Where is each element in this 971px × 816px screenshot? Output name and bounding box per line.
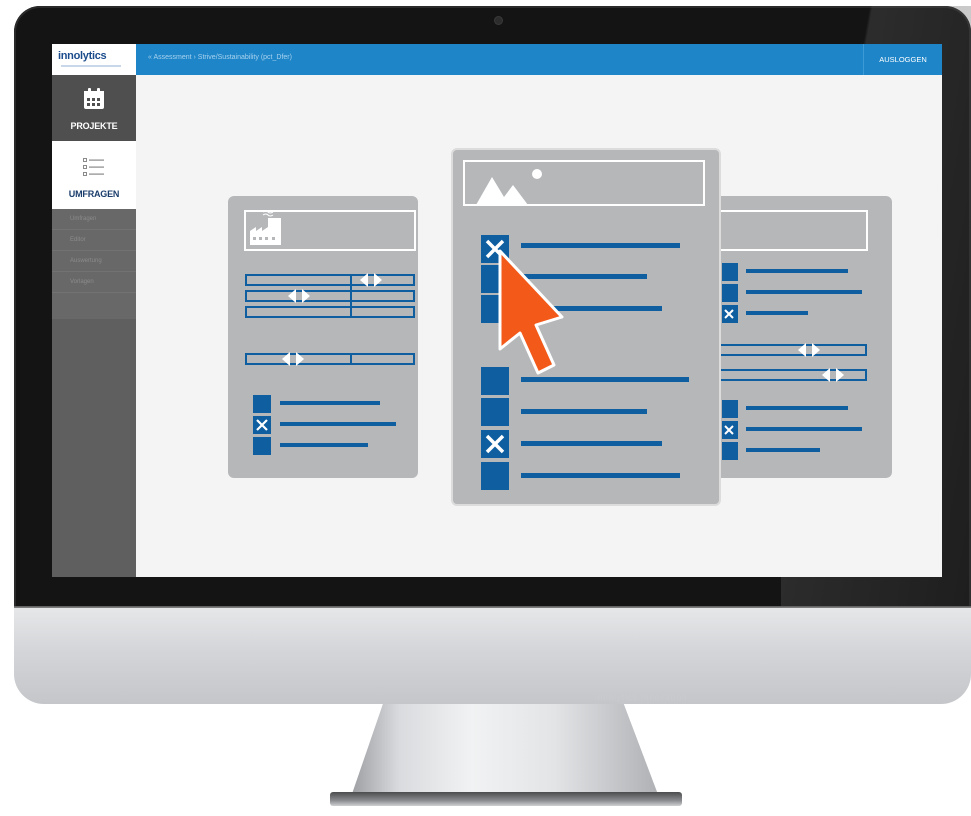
checkbox [481,462,509,490]
sidebar-item-umfragen[interactable]: UMFRAGEN [52,141,136,209]
checkbox [481,367,509,395]
monitor-stand [349,704,661,800]
sidebar: PROJEKTE UMFRAGEN Umfragen Editor Auswer… [52,75,136,577]
monitor-chin [14,608,971,704]
camera-icon [495,17,502,24]
submenu-item[interactable]: Auswertung [52,251,136,272]
main-content [136,75,942,577]
center-card [451,148,721,506]
logo-container[interactable]: innolytics [52,44,136,75]
chin-engraving: innolytics innovation [595,693,688,702]
list-icon [82,155,106,184]
survey-illustration [228,148,892,506]
submenu-item[interactable]: Editor [52,230,136,251]
checkbox [481,398,509,426]
sidebar-item-projekte[interactable]: PROJEKTE [52,75,136,141]
submenu-item[interactable]: Umfragen [52,209,136,230]
sidebar-item-label: PROJEKTE [70,121,118,131]
screen: innolytics « Assessment › Strive/Sustain… [52,44,942,577]
right-card [701,196,892,478]
sidebar-item-label: UMFRAGEN [68,189,120,199]
monitor-stand-foot [330,792,682,806]
submenu-item[interactable]: Vorlagen [52,272,136,293]
logout-button[interactable]: AUSLOGGEN [863,44,942,75]
sidebar-submenu: Umfragen Editor Auswertung Vorlagen [52,209,136,319]
left-card [228,196,418,478]
logo-tagline [61,65,121,67]
top-bar: innolytics « Assessment › Strive/Sustain… [52,44,942,75]
breadcrumb[interactable]: « Assessment › Strive/Sustainability (pc… [148,54,292,61]
app-logo: innolytics [58,50,107,62]
calendar-icon [82,87,106,116]
